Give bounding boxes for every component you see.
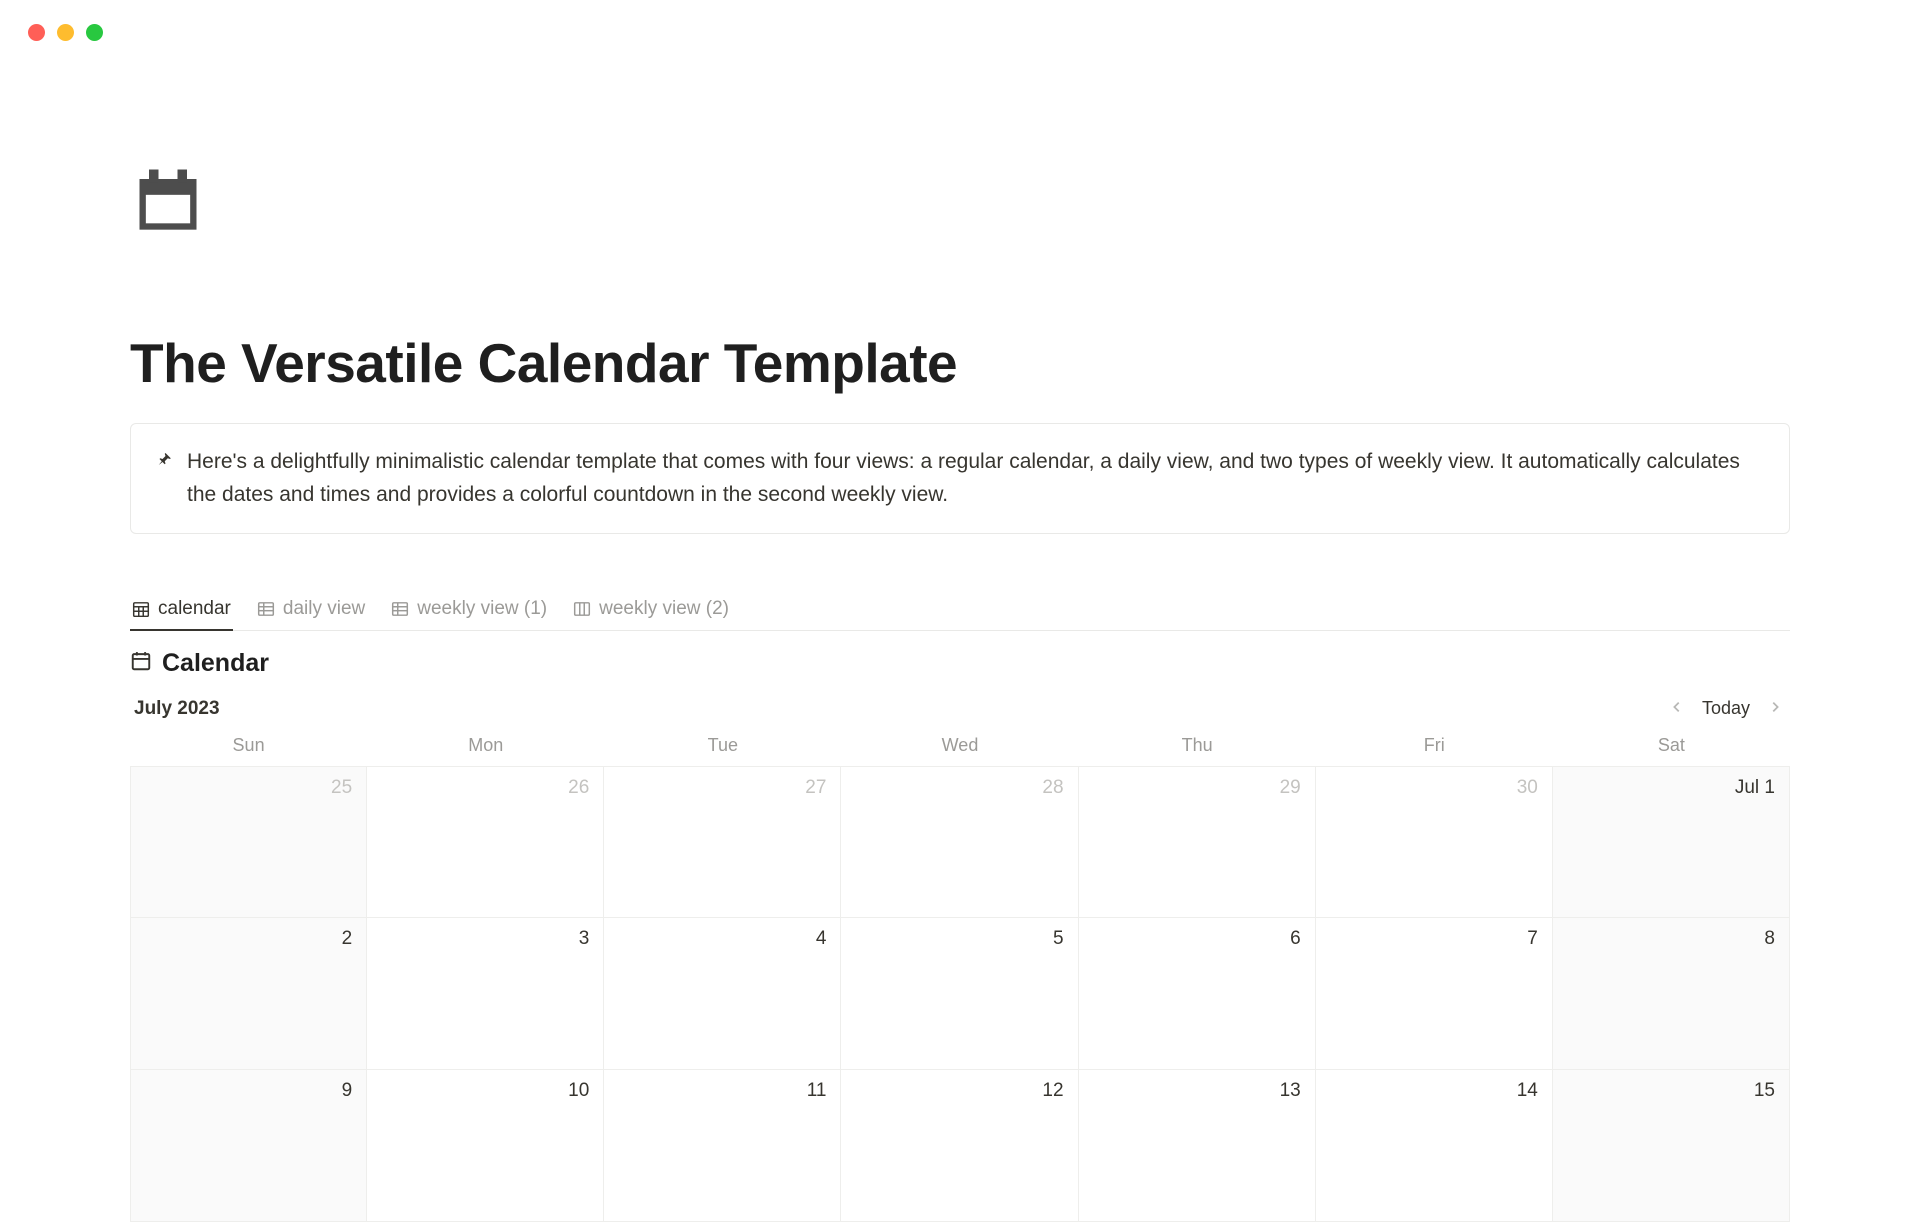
day-number: 6 bbox=[1290, 928, 1301, 950]
calendar-day-cell[interactable]: 12 bbox=[841, 1070, 1078, 1222]
view-tabs: calendar daily view weekly view (1) week… bbox=[130, 590, 1790, 631]
tab-weekly-view-1[interactable]: weekly view (1) bbox=[389, 590, 549, 630]
tab-label: weekly view (1) bbox=[417, 598, 547, 620]
calendar-day-cell[interactable]: 5 bbox=[841, 918, 1078, 1070]
calendar-day-cell[interactable]: 13 bbox=[1079, 1070, 1316, 1222]
calendar-week-row: 25 26 27 28 29 30 Jul 1 bbox=[130, 766, 1790, 918]
calendar-day-cell[interactable]: 8 bbox=[1553, 918, 1790, 1070]
calendar-day-headers: Sun Mon Tue Wed Thu Fri Sat bbox=[130, 735, 1790, 766]
tab-label: weekly view (2) bbox=[599, 598, 729, 620]
day-header: Tue bbox=[604, 735, 841, 766]
calendar-day-cell[interactable]: 15 bbox=[1553, 1070, 1790, 1222]
minimize-window-button[interactable] bbox=[57, 24, 74, 41]
today-button[interactable]: Today bbox=[1702, 698, 1750, 719]
day-number: 29 bbox=[1280, 777, 1301, 799]
calendar-day-cell[interactable]: 4 bbox=[604, 918, 841, 1070]
table-icon bbox=[391, 600, 409, 618]
calendar-day-cell[interactable]: 11 bbox=[604, 1070, 841, 1222]
month-label: July 2023 bbox=[134, 698, 220, 720]
calendar-week-row: 2 3 4 5 6 7 8 bbox=[130, 918, 1790, 1070]
table-icon bbox=[257, 600, 275, 618]
day-number: 28 bbox=[1042, 777, 1063, 799]
day-number: 3 bbox=[579, 928, 590, 950]
day-header: Thu bbox=[1079, 735, 1316, 766]
section-header[interactable]: Calendar bbox=[130, 649, 1790, 678]
calendar-day-cell[interactable]: 26 bbox=[367, 766, 604, 918]
callout-text: Here's a delightfully minimalistic calen… bbox=[187, 446, 1765, 511]
tab-label: daily view bbox=[283, 598, 365, 620]
calendar-day-cell[interactable]: 25 bbox=[130, 766, 367, 918]
day-number: 27 bbox=[805, 777, 826, 799]
day-header: Sat bbox=[1553, 735, 1790, 766]
day-number: 8 bbox=[1764, 928, 1775, 950]
calendar-day-cell[interactable]: 3 bbox=[367, 918, 604, 1070]
day-number: 13 bbox=[1280, 1080, 1301, 1102]
calendar-week-row: 9 10 11 12 13 14 15 bbox=[130, 1070, 1790, 1222]
board-icon bbox=[573, 600, 591, 618]
calendar-grid: Sun Mon Tue Wed Thu Fri Sat 25 26 27 28 … bbox=[130, 735, 1790, 1222]
page-content: The Versatile Calendar Template Here's a… bbox=[0, 0, 1920, 1222]
day-header: Fri bbox=[1316, 735, 1553, 766]
section-title: Calendar bbox=[162, 649, 269, 678]
calendar-day-cell[interactable]: 6 bbox=[1079, 918, 1316, 1070]
day-number: 4 bbox=[816, 928, 827, 950]
day-header: Sun bbox=[130, 735, 367, 766]
page-title[interactable]: The Versatile Calendar Template bbox=[130, 331, 1790, 395]
day-number: 11 bbox=[807, 1080, 827, 1102]
close-window-button[interactable] bbox=[28, 24, 45, 41]
calendar-toolbar: July 2023 Today bbox=[130, 696, 1790, 721]
tab-weekly-view-2[interactable]: weekly view (2) bbox=[571, 590, 731, 630]
prev-month-button[interactable] bbox=[1666, 696, 1688, 721]
calendar-grid-icon bbox=[132, 600, 150, 618]
calendar-day-cell[interactable]: Jul 1 bbox=[1553, 766, 1790, 918]
tab-daily-view[interactable]: daily view bbox=[255, 590, 367, 630]
page-icon[interactable] bbox=[130, 160, 1790, 241]
day-header: Mon bbox=[367, 735, 604, 766]
day-number: 12 bbox=[1042, 1080, 1063, 1102]
day-number: 26 bbox=[568, 777, 589, 799]
tab-calendar[interactable]: calendar bbox=[130, 590, 233, 630]
day-number: 5 bbox=[1053, 928, 1064, 950]
next-month-button[interactable] bbox=[1764, 696, 1786, 721]
calendar-icon bbox=[130, 223, 206, 240]
calendar-nav: Today bbox=[1666, 696, 1786, 721]
calendar-day-cell[interactable]: 29 bbox=[1079, 766, 1316, 918]
calendar-day-cell[interactable]: 2 bbox=[130, 918, 367, 1070]
window-controls bbox=[28, 24, 103, 41]
calendar-day-cell[interactable]: 28 bbox=[841, 766, 1078, 918]
day-number: 7 bbox=[1527, 928, 1538, 950]
day-number: 15 bbox=[1754, 1080, 1775, 1102]
day-number: 9 bbox=[342, 1080, 353, 1102]
day-number: 30 bbox=[1517, 777, 1538, 799]
day-number: 25 bbox=[331, 777, 352, 799]
callout-block[interactable]: Here's a delightfully minimalistic calen… bbox=[130, 423, 1790, 534]
day-number: 10 bbox=[568, 1080, 589, 1102]
calendar-day-cell[interactable]: 7 bbox=[1316, 918, 1553, 1070]
day-header: Wed bbox=[841, 735, 1078, 766]
calendar-outline-icon bbox=[130, 650, 152, 677]
calendar-day-cell[interactable]: 14 bbox=[1316, 1070, 1553, 1222]
calendar-day-cell[interactable]: 27 bbox=[604, 766, 841, 918]
maximize-window-button[interactable] bbox=[86, 24, 103, 41]
day-number: 2 bbox=[342, 928, 353, 950]
day-number: 14 bbox=[1517, 1080, 1538, 1102]
tab-label: calendar bbox=[158, 598, 231, 620]
calendar-day-cell[interactable]: 9 bbox=[130, 1070, 367, 1222]
day-number: Jul 1 bbox=[1735, 777, 1775, 799]
calendar-day-cell[interactable]: 10 bbox=[367, 1070, 604, 1222]
app-window: The Versatile Calendar Template Here's a… bbox=[0, 0, 1920, 1200]
pin-icon bbox=[155, 446, 173, 511]
calendar-day-cell[interactable]: 30 bbox=[1316, 766, 1553, 918]
